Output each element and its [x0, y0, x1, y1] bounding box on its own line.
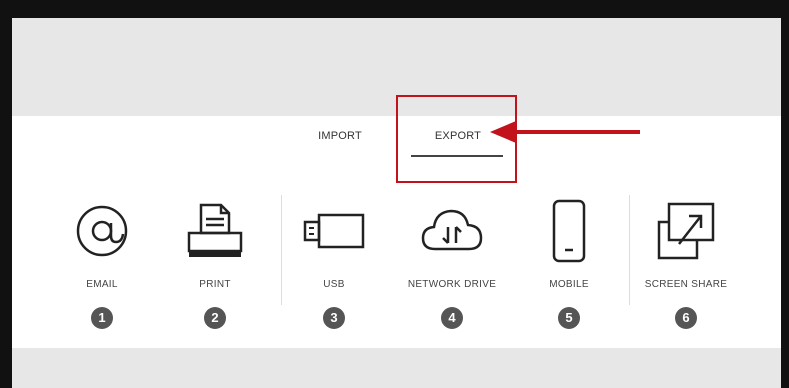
number-badge: 6	[675, 307, 697, 329]
export-option-screen-share[interactable]: SCREEN SHARE 6	[631, 198, 741, 329]
screenshot-frame: IMPORT EXPORT EMAIL 1 PRINT 2 USB 3 NETW…	[0, 0, 789, 388]
frame-border-left	[0, 0, 12, 388]
pointer-arrow-icon	[490, 121, 640, 143]
number-badge: 5	[558, 307, 580, 329]
frame-border-top	[0, 0, 789, 18]
footer-panel	[12, 348, 781, 388]
at-sign-icon	[47, 198, 157, 264]
export-option-label: SCREEN SHARE	[644, 279, 728, 290]
export-option-mobile[interactable]: MOBILE 5	[514, 198, 624, 329]
number-badge: 4	[441, 307, 463, 329]
number-badge: 1	[91, 307, 113, 329]
frame-border-right	[781, 0, 789, 388]
tab-import[interactable]: IMPORT	[300, 130, 380, 142]
group-divider	[629, 195, 630, 305]
screen-share-icon	[631, 198, 741, 264]
number-badge: 3	[323, 307, 345, 329]
number-badge: 2	[204, 307, 226, 329]
mobile-phone-icon	[514, 198, 624, 264]
cloud-transfer-icon	[397, 198, 507, 264]
usb-drive-icon	[279, 198, 389, 264]
export-option-email[interactable]: EMAIL 1	[47, 198, 157, 329]
export-option-label: EMAIL	[86, 279, 118, 290]
export-option-label: NETWORK DRIVE	[407, 279, 497, 290]
export-option-label: USB	[323, 279, 345, 290]
export-option-label: PRINT	[199, 279, 231, 290]
export-option-usb[interactable]: USB 3	[279, 198, 389, 329]
printer-icon	[160, 198, 270, 264]
export-option-print[interactable]: PRINT 2	[160, 198, 270, 329]
export-option-network-drive[interactable]: NETWORK DRIVE 4	[397, 198, 507, 329]
export-option-label: MOBILE	[549, 279, 589, 290]
